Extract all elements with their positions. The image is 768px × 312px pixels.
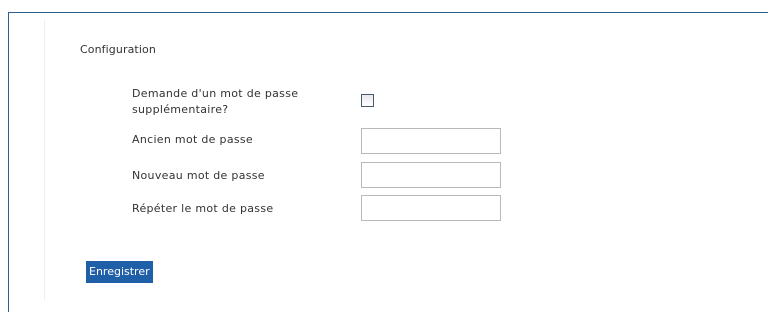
new-password-label: Nouveau mot de passe [132,169,265,182]
repeat-password-input[interactable] [361,195,501,221]
new-password-input[interactable] [361,162,501,188]
extra-password-checkbox[interactable] [361,94,374,107]
content-divider [44,20,45,300]
save-button[interactable]: Enregistrer [86,261,153,283]
section-title: Configuration [80,43,156,56]
extra-password-label: Demande d'un mot de passe supplémentaire… [132,87,299,116]
old-password-label: Ancien mot de passe [132,133,253,146]
old-password-input[interactable] [361,128,501,154]
repeat-password-label: Répéter le mot de passe [132,202,274,215]
